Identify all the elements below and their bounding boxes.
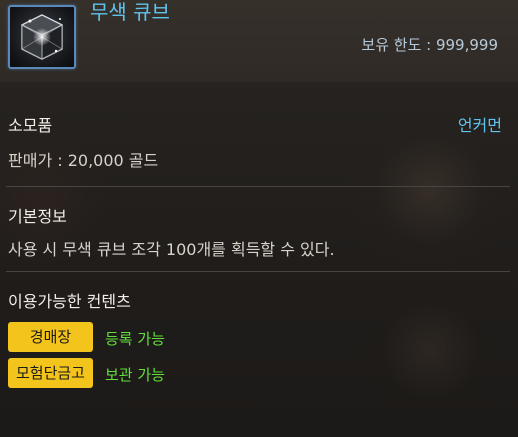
adventure-vault-tag: 모험단금고 bbox=[8, 358, 93, 388]
section-divider bbox=[6, 271, 510, 272]
item-tooltip: 무색 큐브 보유 한도 : 999,999 소모품 언커먼 판매가 : 20,0… bbox=[0, 0, 518, 437]
possession-limit: 보유 한도 : 999,999 bbox=[361, 36, 498, 54]
item-name: 무색 큐브 bbox=[90, 0, 170, 24]
auction-house-status: 등록 가능 bbox=[105, 330, 165, 348]
auction-house-tag: 경매장 bbox=[8, 322, 93, 352]
rarity-label: 언커먼 bbox=[457, 116, 502, 135]
basic-info-description: 사용 시 무색 큐브 조각 100개를 획득할 수 있다. bbox=[8, 240, 335, 259]
section-divider bbox=[6, 186, 510, 187]
available-content-title: 이용가능한 컨텐츠 bbox=[8, 292, 131, 311]
sell-price: 판매가 : 20,000 골드 bbox=[8, 151, 159, 170]
adventure-vault-status: 보관 가능 bbox=[105, 366, 165, 384]
tooltip-header: 무색 큐브 보유 한도 : 999,999 bbox=[0, 0, 518, 82]
colorless-cube-icon[interactable] bbox=[8, 5, 76, 69]
item-type-label: 소모품 bbox=[8, 116, 53, 135]
basic-info-title: 기본정보 bbox=[8, 207, 67, 226]
